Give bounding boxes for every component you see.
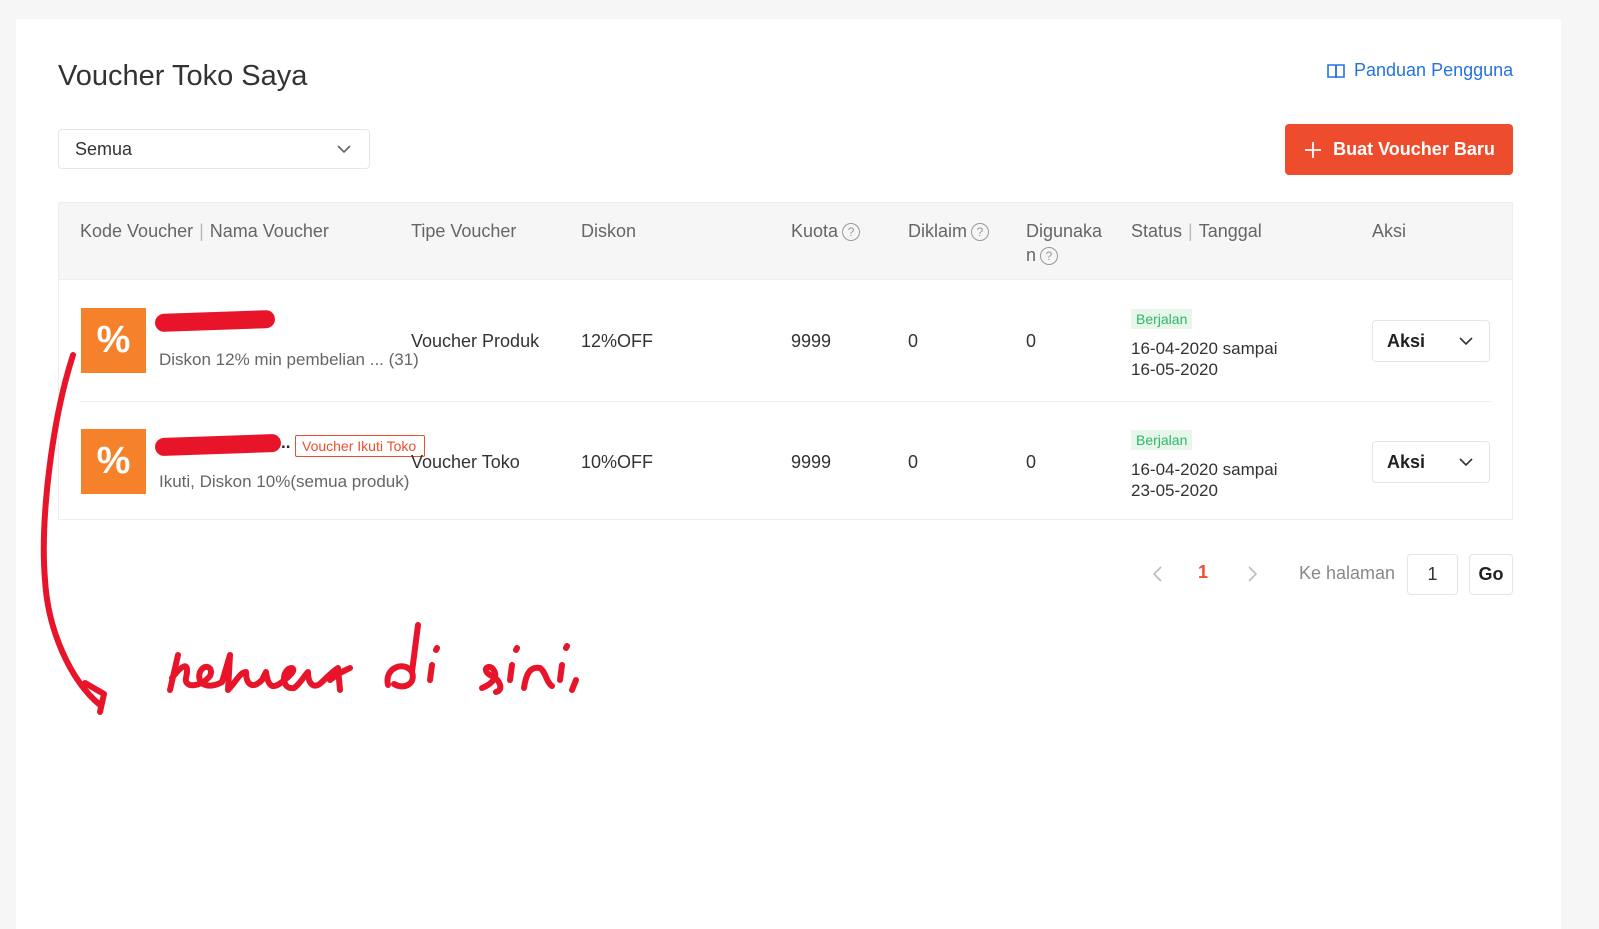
help-icon[interactable]: ?	[842, 223, 861, 242]
goto-page-input[interactable]	[1407, 554, 1458, 595]
voucher-filter-select[interactable]: Semua	[58, 129, 370, 169]
voucher-type: Voucher Produk	[411, 331, 540, 351]
voucher-table: Kode Voucher | Nama Voucher Tipe Voucher D…	[58, 202, 1513, 520]
chevron-down-icon	[337, 145, 351, 154]
voucher-type: Voucher Toko	[411, 452, 520, 472]
date-range-end: 23-05-2020	[1131, 481, 1218, 500]
voucher-claimed: 0	[908, 452, 919, 472]
chevron-down-icon	[1459, 458, 1473, 467]
header-quota-label: Kuota	[791, 221, 839, 241]
table-row: % .. Voucher Ikuti Toko Ikuti, Diskon 10…	[59, 403, 1512, 523]
voucher-discount: 10%OFF	[581, 452, 654, 472]
book-icon	[1327, 63, 1345, 78]
page-title: Voucher Toko Saya	[58, 60, 308, 92]
redaction-scribble	[154, 433, 282, 457]
header-status-date: Status | Tanggal	[1131, 221, 1262, 241]
pagination-current-page[interactable]: 1	[1198, 562, 1208, 583]
header-discount: Diskon	[581, 221, 637, 241]
date-range-end: 16-05-2020	[1131, 360, 1218, 379]
header-status: Status	[1131, 221, 1183, 241]
header-name: Nama Voucher	[209, 221, 329, 241]
status-badge: Berjalan	[1131, 430, 1193, 450]
voucher-used: 0	[1026, 452, 1037, 472]
header-claimed-label: Diklaim	[908, 221, 968, 241]
voucher-type-tag: Voucher Ikuti Toko	[295, 435, 426, 457]
header-quota: Kuota?	[791, 219, 861, 243]
date-range-start: 16-04-2020 sampai	[1131, 339, 1278, 358]
table-row: % Diskon 12% min pembelian ... (31) Vouc…	[59, 281, 1512, 401]
goto-page-label: Ke halaman	[1299, 563, 1396, 583]
voucher-thumbnail: %	[81, 429, 146, 494]
create-voucher-label: Buat Voucher Baru	[1333, 139, 1495, 159]
voucher-used: 0	[1026, 331, 1037, 351]
header-claimed: Diklaim?	[908, 219, 990, 243]
header-used-line1: Digunaka	[1026, 221, 1103, 241]
status-badge: Berjalan	[1131, 309, 1193, 329]
header-code-name: Kode Voucher | Nama Voucher	[80, 221, 329, 241]
action-label: Aksi	[1387, 330, 1426, 351]
voucher-date: 16-04-2020 sampai 16-05-2020	[1131, 338, 1277, 380]
header-used: Digunaka n?	[1026, 219, 1102, 267]
voucher-name: Ikuti, Diskon 10%(semua produk)	[159, 472, 410, 491]
chevron-left-icon[interactable]	[1146, 562, 1170, 586]
user-guide-link[interactable]: Panduan Pengguna	[1326, 60, 1513, 81]
voucher-date: 16-04-2020 sampai 23-05-2020	[1131, 459, 1277, 501]
voucher-quota: 9999	[791, 452, 832, 472]
header-code: Kode Voucher	[80, 221, 194, 241]
table-header: Kode Voucher | Nama Voucher Tipe Voucher D…	[59, 203, 1512, 280]
voucher-discount: 12%OFF	[581, 331, 654, 351]
header-date: Tanggal	[1198, 221, 1262, 241]
header-action: Aksi	[1372, 221, 1407, 241]
action-dropdown-button[interactable]: Aksi	[1372, 320, 1490, 362]
voucher-thumbnail: %	[81, 308, 146, 373]
chevron-down-icon	[1459, 337, 1473, 346]
user-guide-label: Panduan Pengguna	[1354, 60, 1514, 80]
plus-icon	[1305, 141, 1322, 158]
help-icon[interactable]: ?	[971, 223, 990, 242]
date-range-start: 16-04-2020 sampai	[1131, 460, 1278, 479]
voucher-quota: 9999	[791, 331, 832, 351]
redaction-scribble	[154, 309, 276, 333]
header-type: Tipe Voucher	[411, 221, 517, 241]
row-divider	[80, 401, 1491, 402]
header-used-line2: n	[1026, 245, 1037, 265]
create-voucher-button[interactable]: Buat Voucher Baru	[1285, 124, 1513, 175]
filter-value: Semua	[75, 138, 133, 159]
action-label: Aksi	[1387, 451, 1426, 472]
chevron-right-icon[interactable]	[1240, 562, 1264, 586]
voucher-code-ellipsis: ..	[281, 433, 291, 452]
voucher-name: Diskon 12% min pembelian ... (31)	[159, 350, 419, 369]
go-button[interactable]: Go	[1469, 554, 1513, 595]
voucher-claimed: 0	[908, 331, 919, 351]
help-icon[interactable]: ?	[1040, 247, 1059, 266]
action-dropdown-button[interactable]: Aksi	[1372, 441, 1490, 483]
